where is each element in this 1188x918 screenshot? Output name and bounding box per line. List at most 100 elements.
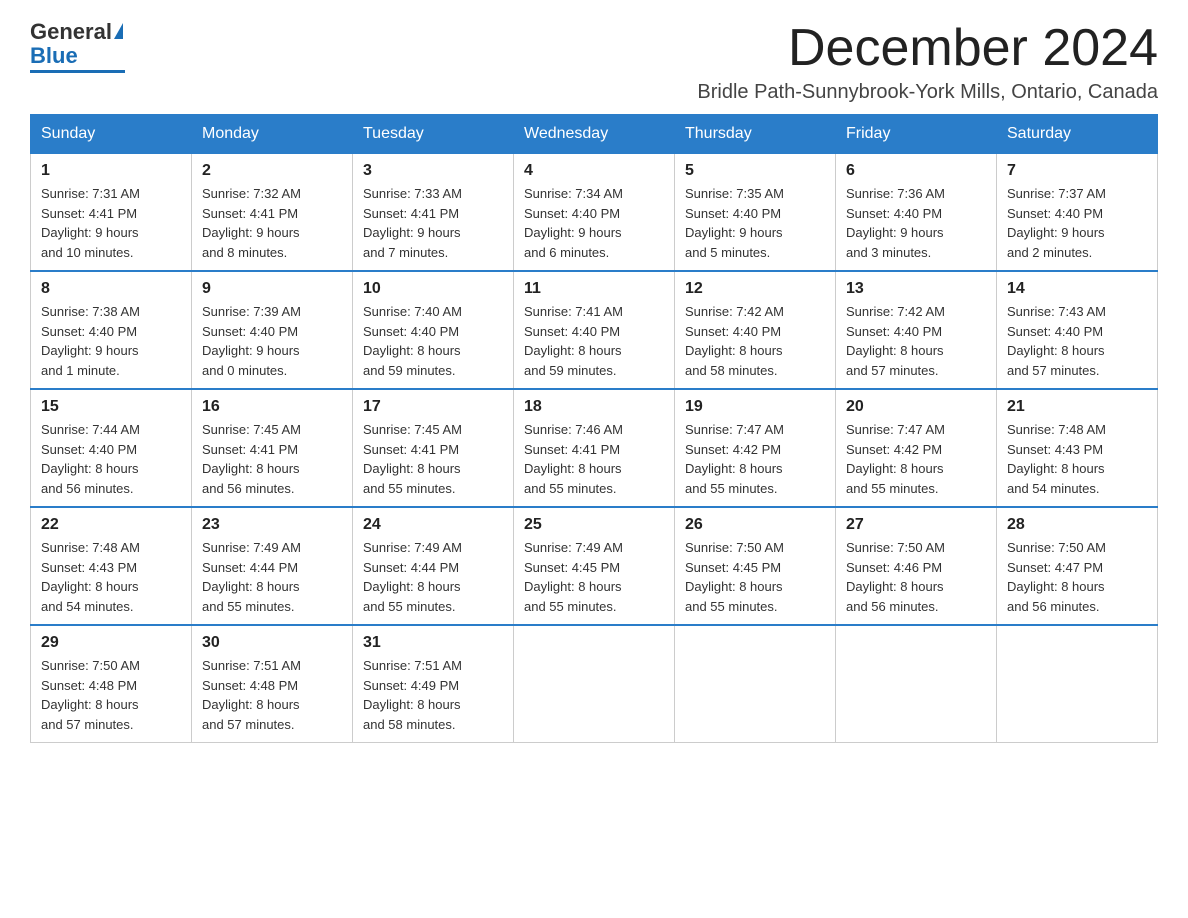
table-row: 26 Sunrise: 7:50 AM Sunset: 4:45 PM Dayl…	[675, 507, 836, 625]
day-number: 22	[41, 516, 181, 534]
table-row: 5 Sunrise: 7:35 AM Sunset: 4:40 PM Dayli…	[675, 154, 836, 272]
day-number: 28	[1007, 516, 1147, 534]
table-row: 8 Sunrise: 7:38 AM Sunset: 4:40 PM Dayli…	[31, 271, 192, 389]
table-row	[836, 625, 997, 743]
day-number: 31	[363, 634, 503, 652]
col-sunday: Sunday	[31, 115, 192, 154]
table-row: 28 Sunrise: 7:50 AM Sunset: 4:47 PM Dayl…	[997, 507, 1158, 625]
col-monday: Monday	[192, 115, 353, 154]
day-number: 5	[685, 162, 825, 180]
calendar-week-row: 8 Sunrise: 7:38 AM Sunset: 4:40 PM Dayli…	[31, 271, 1158, 389]
day-number: 6	[846, 162, 986, 180]
day-number: 9	[202, 280, 342, 298]
day-number: 10	[363, 280, 503, 298]
day-number: 26	[685, 516, 825, 534]
table-row: 15 Sunrise: 7:44 AM Sunset: 4:40 PM Dayl…	[31, 389, 192, 507]
day-info: Sunrise: 7:41 AM Sunset: 4:40 PM Dayligh…	[524, 302, 664, 380]
day-info: Sunrise: 7:42 AM Sunset: 4:40 PM Dayligh…	[846, 302, 986, 380]
table-row: 2 Sunrise: 7:32 AM Sunset: 4:41 PM Dayli…	[192, 154, 353, 272]
day-number: 4	[524, 162, 664, 180]
day-info: Sunrise: 7:51 AM Sunset: 4:49 PM Dayligh…	[363, 656, 503, 734]
table-row: 25 Sunrise: 7:49 AM Sunset: 4:45 PM Dayl…	[514, 507, 675, 625]
table-row: 16 Sunrise: 7:45 AM Sunset: 4:41 PM Dayl…	[192, 389, 353, 507]
table-row: 19 Sunrise: 7:47 AM Sunset: 4:42 PM Dayl…	[675, 389, 836, 507]
calendar-table: Sunday Monday Tuesday Wednesday Thursday…	[30, 114, 1158, 743]
table-row: 29 Sunrise: 7:50 AM Sunset: 4:48 PM Dayl…	[31, 625, 192, 743]
day-number: 24	[363, 516, 503, 534]
logo-general-text: General	[30, 20, 112, 44]
table-row	[997, 625, 1158, 743]
day-info: Sunrise: 7:49 AM Sunset: 4:44 PM Dayligh…	[202, 538, 342, 616]
table-row: 7 Sunrise: 7:37 AM Sunset: 4:40 PM Dayli…	[997, 154, 1158, 272]
table-row: 27 Sunrise: 7:50 AM Sunset: 4:46 PM Dayl…	[836, 507, 997, 625]
day-info: Sunrise: 7:42 AM Sunset: 4:40 PM Dayligh…	[685, 302, 825, 380]
day-number: 25	[524, 516, 664, 534]
calendar-week-row: 15 Sunrise: 7:44 AM Sunset: 4:40 PM Dayl…	[31, 389, 1158, 507]
table-row: 22 Sunrise: 7:48 AM Sunset: 4:43 PM Dayl…	[31, 507, 192, 625]
day-info: Sunrise: 7:43 AM Sunset: 4:40 PM Dayligh…	[1007, 302, 1147, 380]
day-info: Sunrise: 7:47 AM Sunset: 4:42 PM Dayligh…	[846, 420, 986, 498]
calendar-week-row: 29 Sunrise: 7:50 AM Sunset: 4:48 PM Dayl…	[31, 625, 1158, 743]
title-area: December 2024 Bridle Path-Sunnybrook-Yor…	[697, 20, 1158, 104]
day-number: 8	[41, 280, 181, 298]
day-info: Sunrise: 7:37 AM Sunset: 4:40 PM Dayligh…	[1007, 184, 1147, 262]
day-info: Sunrise: 7:45 AM Sunset: 4:41 PM Dayligh…	[202, 420, 342, 498]
day-info: Sunrise: 7:31 AM Sunset: 4:41 PM Dayligh…	[41, 184, 181, 262]
day-info: Sunrise: 7:33 AM Sunset: 4:41 PM Dayligh…	[363, 184, 503, 262]
day-number: 12	[685, 280, 825, 298]
table-row: 20 Sunrise: 7:47 AM Sunset: 4:42 PM Dayl…	[836, 389, 997, 507]
table-row: 18 Sunrise: 7:46 AM Sunset: 4:41 PM Dayl…	[514, 389, 675, 507]
day-info: Sunrise: 7:34 AM Sunset: 4:40 PM Dayligh…	[524, 184, 664, 262]
table-row: 21 Sunrise: 7:48 AM Sunset: 4:43 PM Dayl…	[997, 389, 1158, 507]
day-info: Sunrise: 7:49 AM Sunset: 4:45 PM Dayligh…	[524, 538, 664, 616]
day-info: Sunrise: 7:49 AM Sunset: 4:44 PM Dayligh…	[363, 538, 503, 616]
day-info: Sunrise: 7:40 AM Sunset: 4:40 PM Dayligh…	[363, 302, 503, 380]
table-row: 31 Sunrise: 7:51 AM Sunset: 4:49 PM Dayl…	[353, 625, 514, 743]
day-info: Sunrise: 7:35 AM Sunset: 4:40 PM Dayligh…	[685, 184, 825, 262]
day-number: 14	[1007, 280, 1147, 298]
day-number: 19	[685, 398, 825, 416]
table-row: 24 Sunrise: 7:49 AM Sunset: 4:44 PM Dayl…	[353, 507, 514, 625]
day-info: Sunrise: 7:39 AM Sunset: 4:40 PM Dayligh…	[202, 302, 342, 380]
col-thursday: Thursday	[675, 115, 836, 154]
table-row: 6 Sunrise: 7:36 AM Sunset: 4:40 PM Dayli…	[836, 154, 997, 272]
calendar-week-row: 22 Sunrise: 7:48 AM Sunset: 4:43 PM Dayl…	[31, 507, 1158, 625]
day-info: Sunrise: 7:44 AM Sunset: 4:40 PM Dayligh…	[41, 420, 181, 498]
table-row: 30 Sunrise: 7:51 AM Sunset: 4:48 PM Dayl…	[192, 625, 353, 743]
day-info: Sunrise: 7:38 AM Sunset: 4:40 PM Dayligh…	[41, 302, 181, 380]
table-row: 10 Sunrise: 7:40 AM Sunset: 4:40 PM Dayl…	[353, 271, 514, 389]
day-info: Sunrise: 7:46 AM Sunset: 4:41 PM Dayligh…	[524, 420, 664, 498]
day-number: 17	[363, 398, 503, 416]
page-header: General Blue December 2024 Bridle Path-S…	[30, 20, 1158, 104]
table-row	[675, 625, 836, 743]
logo-underline	[30, 70, 125, 73]
month-title: December 2024	[697, 20, 1158, 77]
day-number: 1	[41, 162, 181, 180]
day-number: 11	[524, 280, 664, 298]
day-number: 29	[41, 634, 181, 652]
day-number: 30	[202, 634, 342, 652]
day-info: Sunrise: 7:51 AM Sunset: 4:48 PM Dayligh…	[202, 656, 342, 734]
day-info: Sunrise: 7:45 AM Sunset: 4:41 PM Dayligh…	[363, 420, 503, 498]
table-row: 11 Sunrise: 7:41 AM Sunset: 4:40 PM Dayl…	[514, 271, 675, 389]
table-row: 9 Sunrise: 7:39 AM Sunset: 4:40 PM Dayli…	[192, 271, 353, 389]
day-number: 27	[846, 516, 986, 534]
table-row: 23 Sunrise: 7:49 AM Sunset: 4:44 PM Dayl…	[192, 507, 353, 625]
day-info: Sunrise: 7:50 AM Sunset: 4:47 PM Dayligh…	[1007, 538, 1147, 616]
logo: General Blue	[30, 20, 125, 73]
day-number: 13	[846, 280, 986, 298]
calendar-week-row: 1 Sunrise: 7:31 AM Sunset: 4:41 PM Dayli…	[31, 154, 1158, 272]
day-number: 3	[363, 162, 503, 180]
table-row: 3 Sunrise: 7:33 AM Sunset: 4:41 PM Dayli…	[353, 154, 514, 272]
day-info: Sunrise: 7:47 AM Sunset: 4:42 PM Dayligh…	[685, 420, 825, 498]
day-number: 7	[1007, 162, 1147, 180]
location-subtitle: Bridle Path-Sunnybrook-York Mills, Ontar…	[697, 81, 1158, 104]
day-info: Sunrise: 7:32 AM Sunset: 4:41 PM Dayligh…	[202, 184, 342, 262]
day-number: 21	[1007, 398, 1147, 416]
col-friday: Friday	[836, 115, 997, 154]
table-row: 12 Sunrise: 7:42 AM Sunset: 4:40 PM Dayl…	[675, 271, 836, 389]
table-row: 13 Sunrise: 7:42 AM Sunset: 4:40 PM Dayl…	[836, 271, 997, 389]
day-info: Sunrise: 7:36 AM Sunset: 4:40 PM Dayligh…	[846, 184, 986, 262]
day-info: Sunrise: 7:50 AM Sunset: 4:45 PM Dayligh…	[685, 538, 825, 616]
col-wednesday: Wednesday	[514, 115, 675, 154]
